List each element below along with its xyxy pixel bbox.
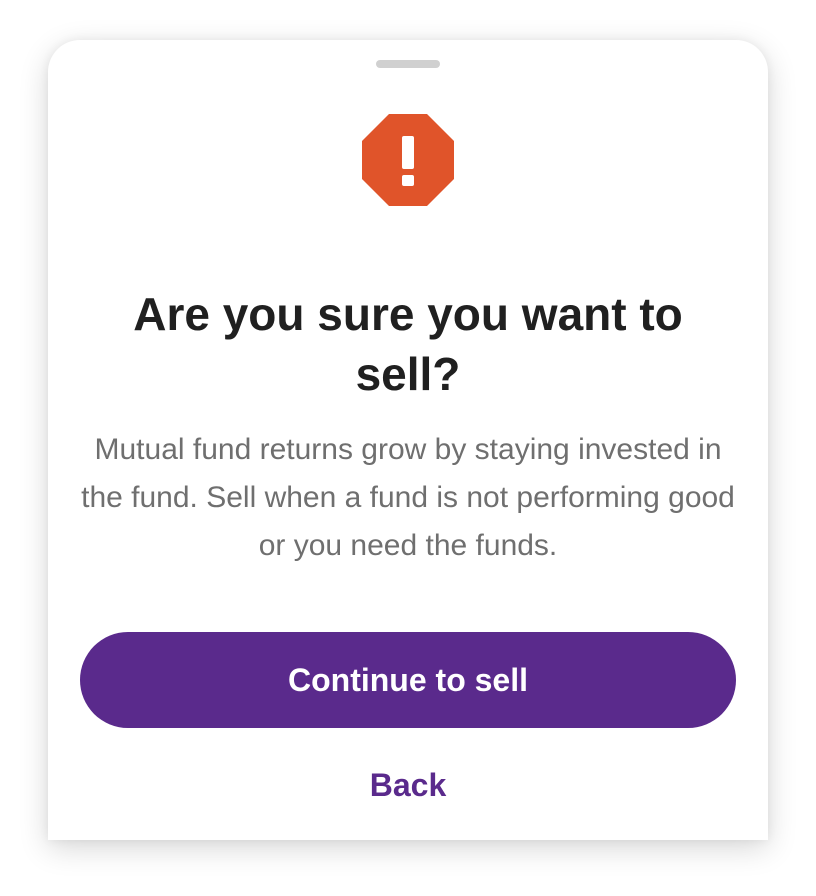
dialog-message: Mutual fund returns grow by staying inve… [81, 433, 735, 562]
bottom-sheet: Are you sure you want to sell? Mutual fu… [48, 40, 768, 840]
back-button[interactable]: Back [308, 758, 508, 812]
drag-handle[interactable] [376, 60, 440, 68]
dialog-title: Are you sure you want to sell? [133, 288, 683, 400]
continue-to-sell-button[interactable]: Continue to sell [80, 632, 736, 728]
alert-octagon-icon [362, 114, 454, 206]
